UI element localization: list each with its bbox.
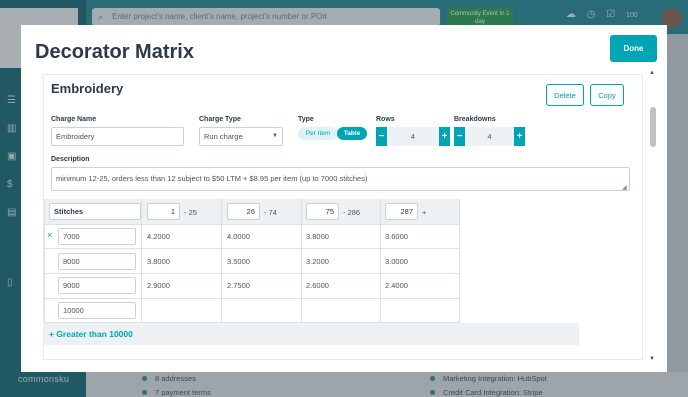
- grid-line: [459, 199, 460, 323]
- charge-name-field[interactable]: Embroidery: [51, 127, 184, 146]
- table-cell[interactable]: 2.9000: [147, 281, 170, 290]
- modal-title: Decorator Matrix: [35, 41, 194, 63]
- range-from-input[interactable]: 26: [227, 203, 260, 220]
- table-cell[interactable]: 3.8000: [147, 257, 170, 266]
- table-cell[interactable]: 4.2000: [147, 232, 170, 241]
- charge-name-label: Charge Name: [51, 116, 97, 123]
- type-per-item-toggle[interactable]: Per Item: [298, 127, 338, 140]
- grid-line: [221, 199, 222, 323]
- table-cell[interactable]: 3.6000: [385, 232, 408, 241]
- table-cell[interactable]: 3.5000: [227, 257, 250, 266]
- range-to-label: - 25: [184, 208, 197, 217]
- grid-line: [44, 199, 45, 323]
- done-button[interactable]: Done: [610, 35, 657, 62]
- breakdowns-plus-button[interactable]: +: [514, 127, 525, 146]
- table-cell[interactable]: 2.7500: [227, 281, 250, 290]
- type-table-toggle[interactable]: Table: [337, 127, 367, 140]
- scrollbar-thumb[interactable]: [650, 107, 656, 147]
- table-cell[interactable]: 3.2000: [306, 257, 329, 266]
- charge-type-value: Run charge: [204, 132, 243, 141]
- chevron-down-icon: ▼: [272, 133, 278, 139]
- type-label: Type: [298, 116, 314, 123]
- range-from-input[interactable]: 75: [306, 203, 339, 220]
- charge-type-label: Charge Type: [199, 116, 241, 123]
- table-cell[interactable]: 4.0000: [227, 232, 250, 241]
- grid-line: [380, 199, 381, 323]
- scroll-up-icon[interactable]: ▲: [649, 70, 655, 76]
- range-to-label: - 74: [264, 208, 277, 217]
- rows-label: Rows: [376, 116, 395, 123]
- range-from-input[interactable]: 1: [147, 203, 180, 220]
- copy-button[interactable]: Copy: [590, 84, 624, 106]
- row-key-input[interactable]: 9000: [58, 277, 136, 294]
- range-from-input[interactable]: 287: [385, 203, 418, 220]
- charge-type-select[interactable]: Run charge ▼: [199, 127, 283, 146]
- row-key-input[interactable]: 10000: [58, 302, 136, 319]
- grid-line: [44, 224, 460, 225]
- table-cell[interactable]: 3.0000: [385, 257, 408, 266]
- row-key-input[interactable]: 8000: [58, 253, 136, 270]
- delete-button[interactable]: Delete: [546, 84, 584, 106]
- rows-minus-button[interactable]: −: [376, 127, 387, 146]
- add-row-button[interactable]: + Greater than 10000: [43, 323, 579, 345]
- decorator-matrix-modal: Decorator Matrix Done Embroidery Delete …: [21, 25, 667, 372]
- section-title: Embroidery: [51, 81, 124, 96]
- close-icon[interactable]: ×: [47, 230, 52, 240]
- matrix-header-label[interactable]: Stitches: [49, 203, 141, 220]
- grid-line: [141, 199, 142, 323]
- row-key-input[interactable]: 7000: [58, 228, 136, 245]
- table-cell[interactable]: 2.6000: [306, 281, 329, 290]
- grid-line: [44, 248, 460, 249]
- grid-line: [301, 199, 302, 323]
- grid-line: [44, 273, 460, 274]
- rows-value[interactable]: 4: [387, 127, 439, 146]
- range-to-label: - 286: [343, 208, 361, 217]
- table-cell[interactable]: 2.4000: [385, 281, 408, 290]
- table-cell[interactable]: 3.8000: [306, 232, 329, 241]
- scroll-down-icon[interactable]: ▼: [649, 356, 655, 362]
- description-field[interactable]: minimum 12-25, orders less than 12 subje…: [51, 167, 630, 191]
- breakdowns-minus-button[interactable]: −: [454, 127, 465, 146]
- rows-plus-button[interactable]: +: [439, 127, 450, 146]
- grid-line: [44, 298, 460, 299]
- range-to-label: +: [422, 208, 427, 217]
- breakdowns-value[interactable]: 4: [465, 127, 514, 146]
- description-label: Description: [51, 156, 90, 163]
- breakdowns-label: Breakdowns: [454, 116, 496, 123]
- resize-handle-icon[interactable]: ◢: [622, 184, 627, 191]
